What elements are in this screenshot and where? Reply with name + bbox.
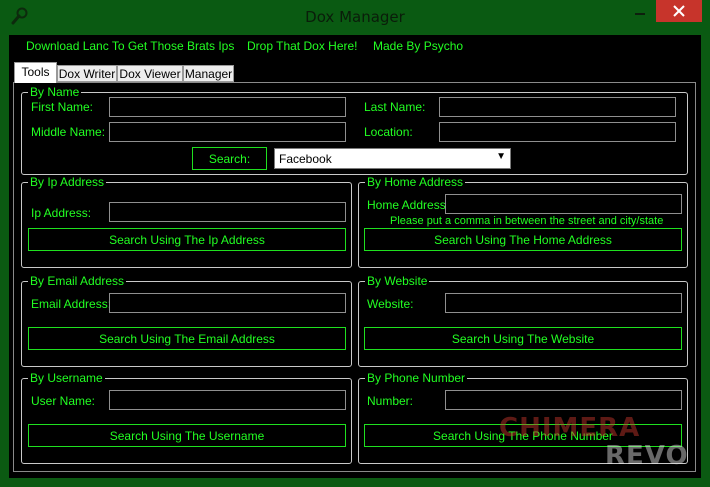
home-address-label: Home Address:: [367, 198, 450, 212]
phone-number-label: Number:: [367, 394, 414, 408]
ip-address-label: Ip Address:: [31, 206, 92, 220]
email-address-input[interactable]: [109, 293, 346, 313]
menu-item-made-by[interactable]: Made By Psycho: [373, 39, 463, 53]
tab-dox-viewer[interactable]: Dox Viewer: [117, 65, 183, 82]
username-label: User Name:: [31, 394, 96, 408]
home-address-note: Please put a comma in between the street…: [390, 215, 664, 227]
group-by-email-title: By Email Address: [28, 274, 127, 288]
location-label: Location:: [364, 125, 413, 139]
close-icon: [673, 5, 685, 17]
location-input[interactable]: [439, 122, 676, 142]
last-name-label: Last Name:: [364, 100, 426, 114]
group-by-home-title: By Home Address: [365, 175, 466, 189]
chimera-revo-watermark: CHIMERA REVO: [497, 413, 697, 473]
watermark-line1: CHIMERA: [499, 413, 641, 443]
home-address-input[interactable]: [445, 194, 682, 214]
middle-name-label: Middle Name:: [31, 125, 106, 139]
minimize-button[interactable]: [627, 0, 653, 22]
close-button[interactable]: [656, 0, 702, 22]
middle-name-input[interactable]: [109, 122, 346, 142]
website-input[interactable]: [445, 293, 682, 313]
website-label: Website:: [367, 297, 414, 311]
username-input[interactable]: [109, 390, 346, 410]
site-select-value: Facebook: [279, 152, 332, 166]
ip-address-input[interactable]: [109, 202, 346, 222]
menu-item-download-lanc[interactable]: Download Lanc To Get Those Brats Ips: [26, 39, 234, 53]
first-name-input[interactable]: [109, 97, 346, 117]
search-ip-button[interactable]: Search Using The Ip Address: [28, 228, 346, 251]
menu-bar: Download Lanc To Get Those Brats Ips Dro…: [9, 35, 701, 59]
watermark-line2: REVO: [605, 441, 689, 471]
site-select[interactable]: Facebook ▼: [274, 148, 511, 169]
group-by-ip: By Ip Address: [21, 175, 352, 268]
group-by-name-title: By Name: [28, 85, 82, 99]
email-address-label: Email Address:: [31, 297, 112, 311]
search-email-button[interactable]: Search Using The Email Address: [28, 327, 346, 350]
last-name-input[interactable]: [439, 97, 676, 117]
search-home-button[interactable]: Search Using The Home Address: [364, 228, 682, 251]
group-by-ip-title: By Ip Address: [28, 175, 107, 189]
chevron-down-icon: ▼: [496, 151, 506, 162]
search-username-button[interactable]: Search Using The Username: [28, 424, 346, 447]
first-name-label: First Name:: [31, 100, 94, 114]
tab-manager[interactable]: Manager: [183, 65, 234, 82]
tab-tools[interactable]: Tools: [14, 62, 57, 83]
group-by-website-title: By Website: [365, 274, 430, 288]
app-window: Dox Manager Download Lanc To Get Those B…: [0, 0, 710, 487]
group-by-phone-title: By Phone Number: [365, 371, 468, 385]
title-bar[interactable]: Dox Manager: [0, 0, 710, 34]
menu-item-drop-dox[interactable]: Drop That Dox Here!: [247, 39, 358, 53]
tab-dox-writer[interactable]: Dox Writer: [57, 65, 117, 82]
name-search-button[interactable]: Search:: [192, 147, 267, 170]
minimize-icon: [635, 13, 645, 15]
window-title: Dox Manager: [305, 8, 405, 26]
search-website-button[interactable]: Search Using The Website: [364, 327, 682, 350]
phone-number-input[interactable]: [445, 390, 682, 410]
group-by-username-title: By Username: [28, 371, 105, 385]
